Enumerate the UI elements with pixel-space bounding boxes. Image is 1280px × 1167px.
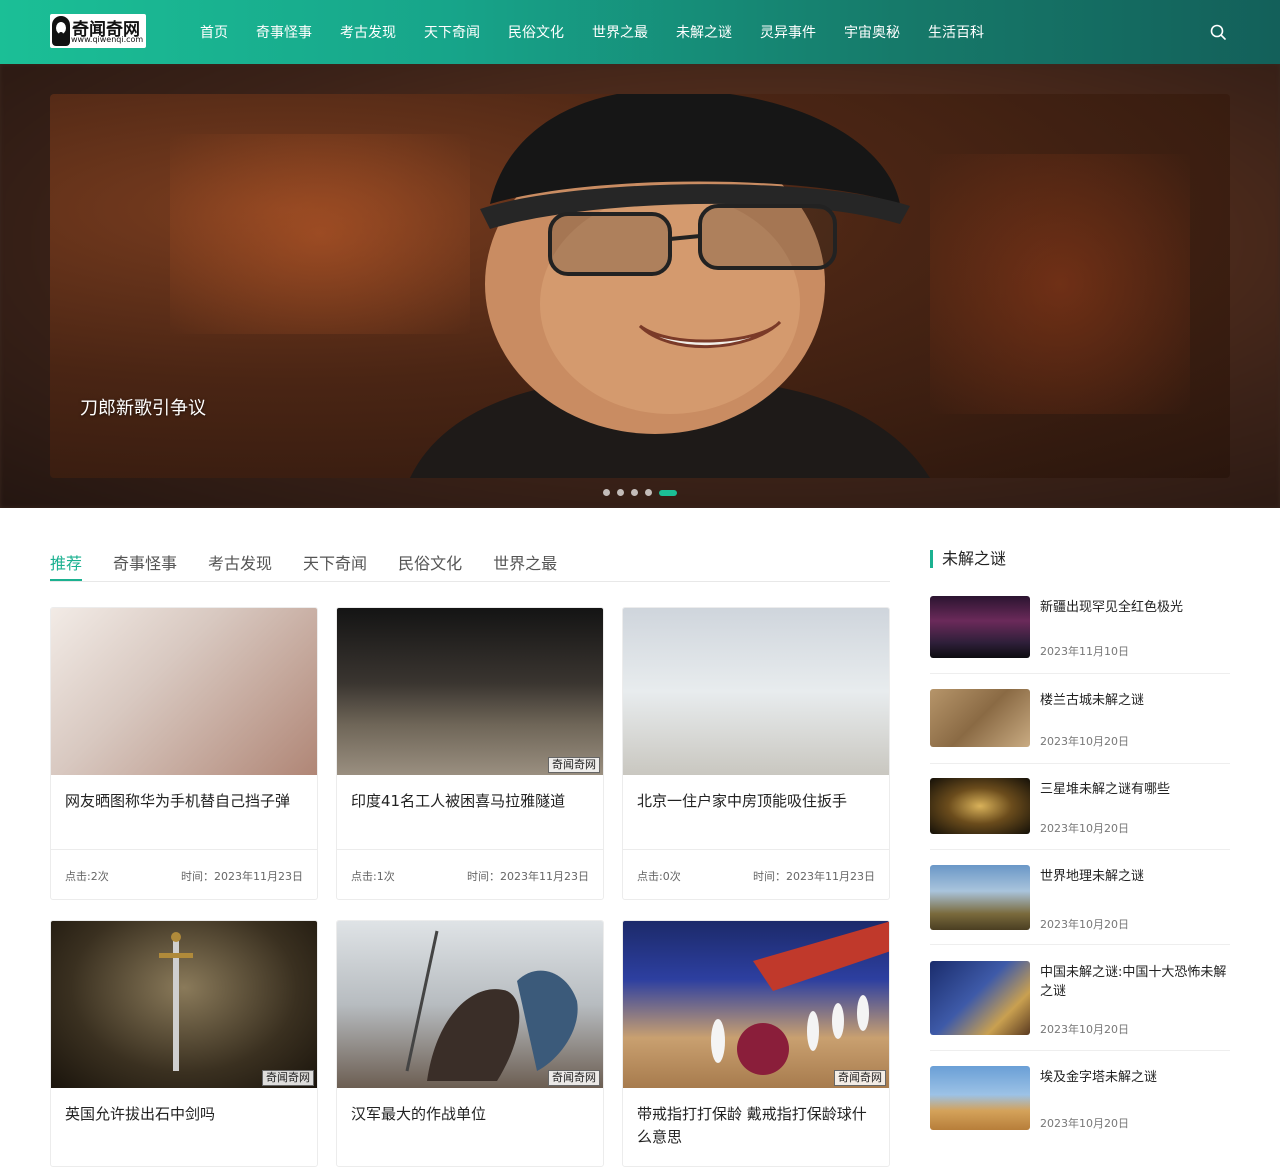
scream-mask-icon	[52, 16, 70, 46]
article-hits: 点击:1次	[351, 870, 395, 883]
carousel-pagination	[603, 489, 684, 496]
sidebar-item[interactable]: 楼兰古城未解之谜 2023年10月20日	[930, 689, 1230, 764]
sidebar-item-date: 2023年11月10日	[1040, 645, 1129, 658]
sidebar-item-date: 2023年10月20日	[1040, 1023, 1129, 1036]
search-icon[interactable]	[1210, 24, 1226, 40]
sidebar-item-title[interactable]: 三星堆未解之谜有哪些	[1040, 780, 1230, 799]
article-thumbnail[interactable]: 奇闻奇网	[337, 608, 603, 775]
article-meta: 点击:2次 时间：2023年11月23日	[51, 849, 317, 899]
tab-archaeology[interactable]: 考古发现	[208, 540, 272, 581]
article-card[interactable]: 奇闻奇网 带戒指打打保龄 戴戒指打保龄球什么意思	[622, 920, 890, 1167]
logo-url: www.qiwenqi.com	[71, 35, 144, 44]
sidebar-item[interactable]: 世界地理未解之谜 2023年10月20日	[930, 865, 1230, 945]
sidebar-thumbnail[interactable]	[930, 596, 1030, 658]
article-thumbnail[interactable]	[51, 608, 317, 775]
sidebar-item-title[interactable]: 新疆出现罕见全红色极光	[1040, 598, 1230, 617]
nav-item-universe[interactable]: 宇宙奥秘	[844, 22, 900, 42]
sidebar-item-date: 2023年10月20日	[1040, 822, 1129, 835]
carousel-dot[interactable]	[631, 489, 638, 496]
article-title[interactable]: 北京一住户家中房顶能吸住扳手	[623, 775, 889, 849]
article-thumbnail[interactable]	[623, 608, 889, 775]
article-card[interactable]: 奇闻奇网 英国允许拔出石中剑吗	[50, 920, 318, 1167]
nav-item-life[interactable]: 生活百科	[928, 22, 984, 42]
article-card[interactable]: 奇闻奇网 印度41名工人被困喜马拉雅隧道 点击:1次 时间：2023年11月23…	[336, 607, 604, 900]
sidebar-item-title[interactable]: 楼兰古城未解之谜	[1040, 691, 1230, 710]
article-title[interactable]: 印度41名工人被困喜马拉雅隧道	[337, 775, 603, 849]
sidebar-item[interactable]: 埃及金字塔未解之谜 2023年10月20日	[930, 1066, 1230, 1146]
sidebar-thumbnail[interactable]	[930, 1066, 1030, 1130]
tab-strange-events[interactable]: 奇事怪事	[113, 540, 177, 581]
tab-world-records[interactable]: 世界之最	[493, 540, 557, 581]
tab-folk-culture[interactable]: 民俗文化	[398, 540, 462, 581]
hero-photo	[410, 94, 930, 478]
sidebar-item[interactable]: 三星堆未解之谜有哪些 2023年10月20日	[930, 778, 1230, 850]
sidebar-item-date: 2023年10月20日	[1040, 918, 1129, 931]
sidebar-item[interactable]: 新疆出现罕见全红色极光 2023年11月10日	[930, 596, 1230, 674]
article-thumbnail[interactable]: 奇闻奇网	[51, 921, 317, 1088]
carousel-dot-active[interactable]	[659, 489, 677, 496]
category-tabs: 推荐 奇事怪事 考古发现 天下奇闻 民俗文化 世界之最	[50, 540, 890, 582]
article-hits: 点击:2次	[65, 870, 109, 883]
article-meta: 点击:0次 时间：2023年11月23日	[623, 849, 889, 899]
watermark: 奇闻奇网	[548, 1070, 600, 1086]
carousel-dot[interactable]	[645, 489, 652, 496]
tab-world-news[interactable]: 天下奇闻	[303, 540, 367, 581]
sidebar-thumbnail[interactable]	[930, 865, 1030, 930]
article-time: 时间：2023年11月23日	[181, 870, 303, 883]
sidebar-item-title[interactable]: 埃及金字塔未解之谜	[1040, 1068, 1230, 1087]
watermark: 奇闻奇网	[548, 757, 600, 773]
site-header: 奇闻奇网 www.qiwenqi.com 首页 奇事怪事 考古发现 天下奇闻 民…	[0, 0, 1280, 64]
sidebar-thumbnail[interactable]	[930, 778, 1030, 834]
article-card[interactable]: 奇闻奇网 汉军最大的作战单位	[336, 920, 604, 1167]
site-logo[interactable]: 奇闻奇网 www.qiwenqi.com	[50, 14, 146, 48]
nav-item-supernatural[interactable]: 灵异事件	[760, 22, 816, 42]
sidebar-thumbnail[interactable]	[930, 961, 1030, 1035]
sidebar-item-date: 2023年10月20日	[1040, 1117, 1129, 1130]
carousel-dot[interactable]	[617, 489, 624, 496]
watermark: 奇闻奇网	[262, 1070, 314, 1086]
article-time: 时间：2023年11月23日	[753, 870, 875, 883]
watermark: 奇闻奇网	[834, 1070, 886, 1086]
article-title[interactable]: 网友晒图称华为手机替自己挡子弹	[51, 775, 317, 849]
sidebar-item-date: 2023年10月20日	[1040, 735, 1129, 748]
article-card[interactable]: 网友晒图称华为手机替自己挡子弹 点击:2次 时间：2023年11月23日	[50, 607, 318, 900]
article-thumbnail[interactable]: 奇闻奇网	[623, 921, 889, 1088]
sword-illustration	[159, 932, 193, 1071]
hero-slide[interactable]: 刀郎新歌引争议	[50, 94, 1230, 478]
article-card[interactable]: 北京一住户家中房顶能吸住扳手 点击:0次 时间：2023年11月23日	[622, 607, 890, 900]
article-thumbnail[interactable]: 奇闻奇网	[337, 921, 603, 1088]
article-hits: 点击:0次	[637, 870, 681, 883]
bowling-illustration	[711, 921, 889, 1075]
nav-item-folk-culture[interactable]: 民俗文化	[508, 22, 564, 42]
sidebar-thumbnail[interactable]	[930, 689, 1030, 747]
article-title[interactable]: 带戒指打打保龄 戴戒指打保龄球什么意思	[623, 1088, 889, 1162]
tab-recommended[interactable]: 推荐	[50, 540, 83, 581]
hero-caption[interactable]: 刀郎新歌引争议	[80, 394, 206, 420]
warrior-illustration	[405, 930, 578, 1081]
nav-item-world-records[interactable]: 世界之最	[592, 22, 648, 42]
sidebar-item[interactable]: 中国未解之谜:中国十大恐怖未解之谜 2023年10月20日	[930, 961, 1230, 1051]
sidebar-item-title[interactable]: 世界地理未解之谜	[1040, 867, 1230, 886]
article-title[interactable]: 汉军最大的作战单位	[337, 1088, 603, 1162]
hero-carousel: 刀郎新歌引争议	[0, 64, 1280, 508]
article-meta: 点击:1次 时间：2023年11月23日	[337, 849, 603, 899]
nav-item-world-news[interactable]: 天下奇闻	[424, 22, 480, 42]
sidebar-item-title[interactable]: 中国未解之谜:中国十大恐怖未解之谜	[1040, 963, 1230, 1001]
carousel-dot[interactable]	[603, 489, 610, 496]
nav-item-mysteries[interactable]: 未解之谜	[676, 22, 732, 42]
sidebar-title: 未解之谜	[930, 550, 1006, 568]
nav-item-home[interactable]: 首页	[200, 22, 228, 42]
nav-item-strange-events[interactable]: 奇事怪事	[256, 22, 312, 42]
nav-item-archaeology[interactable]: 考古发现	[340, 22, 396, 42]
article-time: 时间：2023年11月23日	[467, 870, 589, 883]
main-nav: 首页 奇事怪事 考古发现 天下奇闻 民俗文化 世界之最 未解之谜 灵异事件 宇宙…	[200, 0, 1012, 64]
article-title[interactable]: 英国允许拔出石中剑吗	[51, 1088, 317, 1162]
